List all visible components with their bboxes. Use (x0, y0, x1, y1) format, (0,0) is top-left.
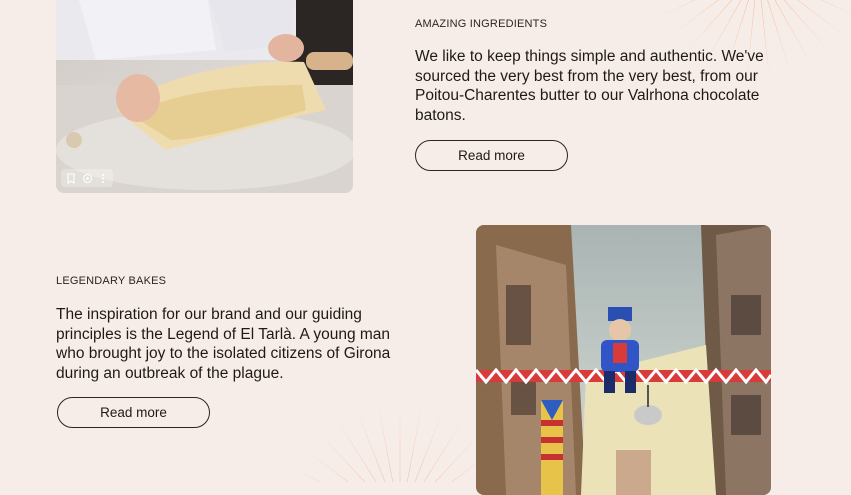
burst-ray (783, 0, 831, 53)
section-eyebrow-legend: LEGENDARY BAKES (56, 275, 167, 287)
more-vertical-icon[interactable] (96, 171, 110, 185)
image-toolbar (61, 169, 113, 187)
burst-ray (414, 408, 444, 482)
pastry-dough-photo (56, 0, 353, 193)
burst-ray (685, 0, 733, 53)
sunburst-decoration-bottom (300, 400, 500, 482)
burst-ray (423, 418, 464, 482)
burst-ray (336, 418, 377, 482)
section-eyebrow-ingredients: AMAZING INGREDIENTS (415, 18, 548, 30)
burst-ray (434, 432, 482, 482)
burst-ray (406, 402, 423, 482)
pastry-dough-illustration (56, 0, 353, 193)
girona-street-illustration (476, 225, 771, 495)
section-body-legend: The inspiration for our brand and our gu… (56, 306, 391, 382)
burst-ray (377, 402, 394, 482)
burst-ray (797, 0, 846, 37)
burst-ray (300, 471, 322, 482)
lens-icon[interactable] (80, 171, 94, 185)
burst-ray (356, 408, 386, 482)
burst-ray (658, 0, 695, 17)
read-more-button-ingredients[interactable]: Read more (415, 140, 568, 171)
bookmark-icon[interactable] (64, 171, 78, 185)
section-body-ingredients: We like to keep things simple and authen… (415, 48, 764, 124)
burst-ray (303, 448, 349, 482)
girona-street-photo (476, 225, 771, 495)
burst-ray (399, 400, 401, 482)
burst-ray (670, 0, 719, 37)
burst-ray (821, 0, 851, 14)
burst-ray (318, 432, 366, 482)
read-more-button-legend[interactable]: Read more (57, 397, 210, 428)
